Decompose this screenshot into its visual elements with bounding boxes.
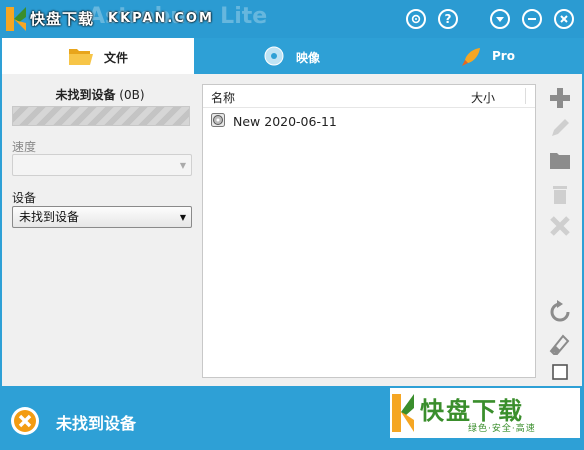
chevron-down-icon: ▼ <box>179 161 186 170</box>
tab-bar: 文件 映像 Pro <box>0 38 584 74</box>
app-window: Astroburn Lite 快盘下载 KKPAN.COM ? 文件 映像 Pr… <box>0 0 584 450</box>
tab-image[interactable]: 映像 <box>194 38 388 74</box>
tab-image-label: 映像 <box>296 51 321 65</box>
folder-icon <box>69 49 93 65</box>
delete-icon[interactable] <box>548 214 572 238</box>
folder-icon[interactable] <box>548 148 572 172</box>
menu-dropdown-button[interactable] <box>490 9 510 29</box>
watermark-subtitle: 绿色·安全·高速 <box>468 424 536 434</box>
tab-pro[interactable]: Pro <box>388 38 582 74</box>
column-divider <box>525 88 526 104</box>
column-size[interactable]: 大小 <box>471 89 495 106</box>
chevron-down-icon: ▼ <box>179 213 186 222</box>
disc-icon <box>264 46 284 66</box>
help-button[interactable]: ? <box>438 9 458 29</box>
help-icon: ? <box>444 12 452 26</box>
device-value: 未找到设备 <box>19 210 80 224</box>
list-item-name: New 2020-06-11 <box>233 114 337 129</box>
watermark-logo-icon <box>392 394 414 432</box>
side-toolbar <box>542 84 582 380</box>
status-bar: 未找到设备 快盘下载 绿色·安全·高速 <box>0 388 584 450</box>
watermark-logo-icon <box>6 7 26 31</box>
capacity-bar <box>12 106 190 126</box>
close-button[interactable] <box>554 9 574 29</box>
refresh-icon[interactable] <box>548 300 572 324</box>
settings-button[interactable] <box>406 9 426 29</box>
rocket-icon <box>462 48 480 66</box>
edit-icon[interactable] <box>548 116 572 140</box>
watermark-url: KKPAN.COM <box>108 11 214 26</box>
title-bar: Astroburn Lite 快盘下载 KKPAN.COM ? <box>0 0 584 38</box>
watermark-badge: 快盘下载 绿色·安全·高速 <box>390 388 580 438</box>
close-icon <box>560 15 568 23</box>
main-content: 未找到设备 (0B) 速度 ▼ 设备 未找到设备 ▼ 名称 大小 New 202… <box>2 74 582 386</box>
tab-files[interactable]: 文件 <box>2 38 194 74</box>
device-title: 未找到设备 (0B) <box>2 86 198 103</box>
file-list[interactable]: 名称 大小 New 2020-06-11 <box>202 84 536 378</box>
disc-icon <box>211 113 225 127</box>
checkbox-icon[interactable] <box>548 360 572 384</box>
device-size: (0B) <box>119 88 145 102</box>
watermark-text: 快盘下载 <box>30 10 95 28</box>
device-status: 未找到设备 <box>55 88 116 102</box>
list-item[interactable]: New 2020-06-11 <box>203 111 535 131</box>
speed-label: 速度 <box>12 140 37 154</box>
device-label: 设备 <box>12 191 37 205</box>
status-text: 未找到设备 <box>56 414 137 433</box>
error-icon <box>11 407 39 435</box>
dropdown-icon <box>496 17 504 22</box>
file-list-header: 名称 大小 <box>203 85 535 108</box>
trash-icon[interactable] <box>548 182 572 206</box>
tab-pro-label: Pro <box>492 49 515 63</box>
tab-files-label: 文件 <box>104 51 129 65</box>
device-panel: 未找到设备 (0B) 速度 ▼ 设备 未找到设备 ▼ <box>2 74 198 386</box>
column-name[interactable]: 名称 <box>211 89 235 106</box>
device-select[interactable]: 未找到设备 ▼ <box>12 206 192 228</box>
speed-select[interactable]: ▼ <box>12 154 192 176</box>
minimize-button[interactable] <box>522 9 542 29</box>
settings-icon <box>411 14 421 24</box>
eraser-icon[interactable] <box>548 332 572 356</box>
add-icon[interactable] <box>548 86 572 110</box>
minimize-icon <box>528 18 536 20</box>
